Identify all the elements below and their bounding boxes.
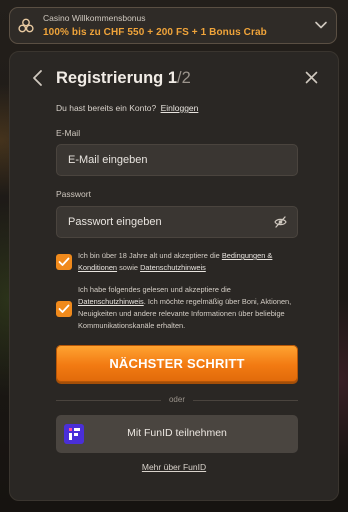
marketing-consent-checkbox[interactable]	[56, 301, 72, 317]
password-placeholder: Passwort eingeben	[68, 216, 162, 228]
consent1-text-b: sowie	[119, 263, 139, 272]
back-arrow-icon[interactable]	[31, 69, 45, 87]
privacy-link[interactable]: Datenschutzhinweis	[140, 263, 206, 272]
checkmark-icon	[58, 304, 70, 313]
marketing-consent-text: Ich habe folgendes gelesen und akzeptier…	[78, 284, 300, 332]
clover-icon	[18, 18, 34, 33]
age-terms-checkbox[interactable]	[56, 254, 72, 270]
title-step: /2	[177, 69, 191, 87]
close-icon[interactable]	[305, 71, 318, 84]
funid-button[interactable]: Mit FunID teilnehmen	[56, 415, 298, 453]
registration-modal: Registrierung 1/2 Du hast bereits ein Ko…	[9, 51, 339, 501]
password-label: Passwort	[56, 189, 91, 199]
or-divider: oder	[56, 395, 298, 405]
account-prompt: Du hast bereits ein Konto? Einloggen	[56, 103, 198, 113]
consent1-text-a: Ich bin über 18 Jahre alt und akzeptiere…	[78, 251, 220, 260]
chevron-down-icon[interactable]	[314, 18, 328, 32]
funid-button-label: Mit FunID teilnehmen	[127, 427, 227, 439]
eye-slash-icon[interactable]	[274, 216, 287, 228]
page-title: Registrierung 1/2	[56, 69, 191, 88]
welcome-bonus-banner[interactable]: Casino Willkommensbonus 100% bis zu CHF …	[9, 7, 337, 44]
more-about-funid-link[interactable]: Mehr über FunID	[10, 462, 338, 472]
title-main: Registrierung 1	[56, 69, 178, 87]
bonus-offer-text: 100% bis zu CHF 550 + 200 FS + 1 Bonus C…	[43, 27, 267, 38]
email-label: E-Mail	[56, 128, 81, 138]
email-placeholder: E-Mail eingeben	[68, 154, 148, 166]
bonus-title: Casino Willkommensbonus	[43, 13, 146, 23]
privacy-link-2[interactable]: Datenschutzhinweis	[78, 297, 144, 306]
checkmark-icon	[58, 257, 70, 266]
account-prompt-text: Du hast bereits ein Konto?	[56, 103, 157, 113]
next-step-button[interactable]: NÄCHSTER SCHRITT	[56, 345, 298, 382]
password-field[interactable]: Passwort eingeben	[56, 206, 298, 238]
consent2-text-a: Ich habe folgendes gelesen und akzeptier…	[78, 285, 231, 294]
login-link[interactable]: Einloggen	[161, 103, 199, 113]
email-field[interactable]: E-Mail eingeben	[56, 144, 298, 176]
age-terms-consent-text: Ich bin über 18 Jahre alt und akzeptiere…	[78, 250, 300, 274]
